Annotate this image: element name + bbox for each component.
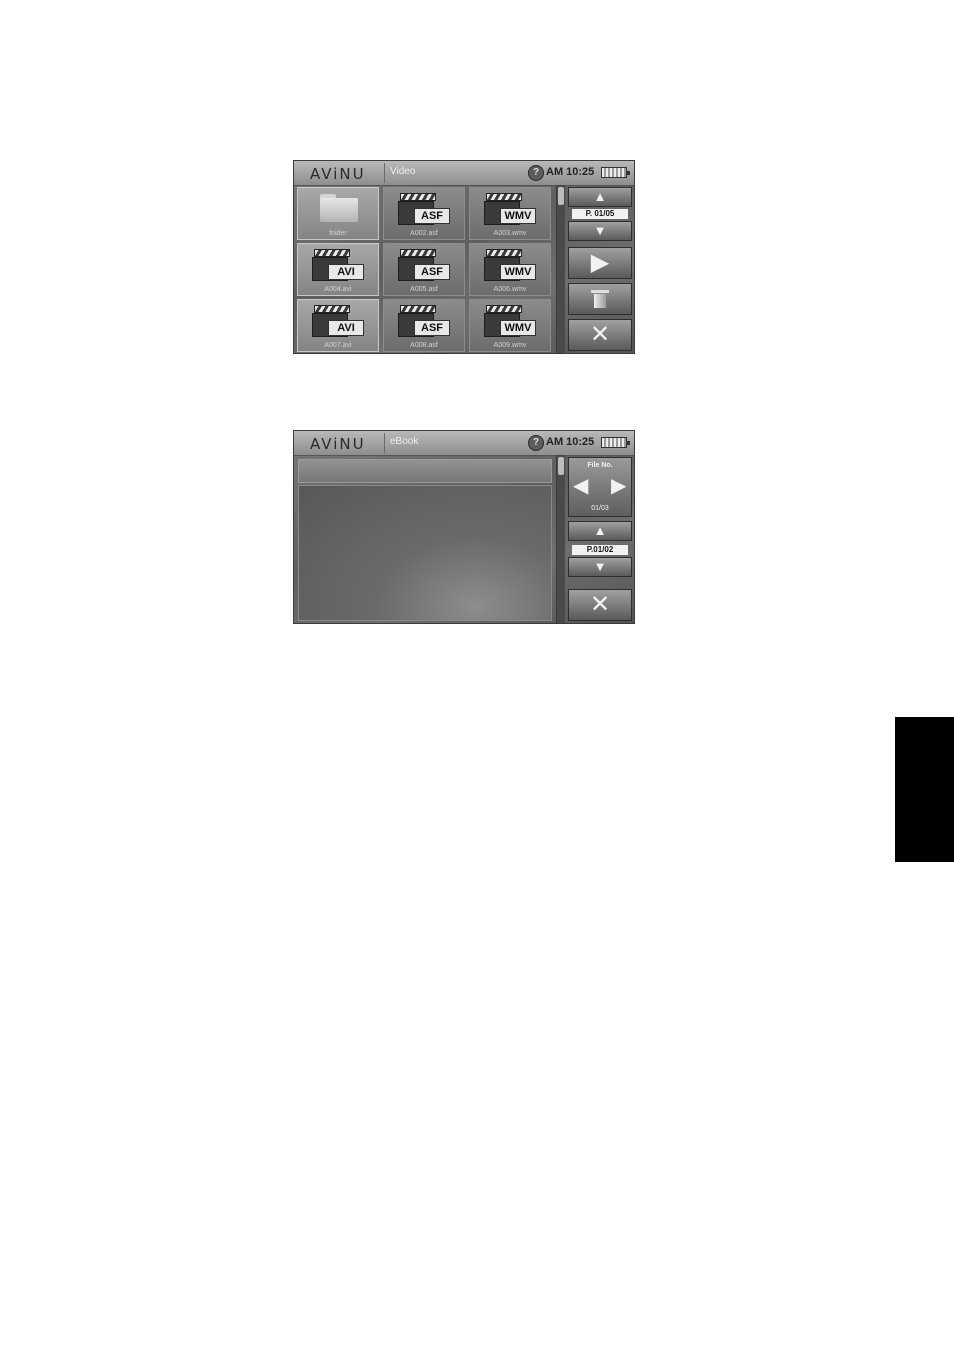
file-ext-label: ASF [414, 208, 450, 224]
video-file-icon: WMV [484, 305, 536, 337]
video-file-icon: WMV [484, 193, 536, 225]
ebook-filename-bar [298, 459, 552, 483]
play-button[interactable]: ▶ [568, 247, 632, 279]
scrollbar[interactable] [556, 185, 565, 353]
previous-file-button[interactable]: ◀ [573, 476, 588, 496]
scrollbar-thumb[interactable] [558, 187, 564, 205]
file-number-value: 01/03 [591, 505, 609, 512]
page-down-button[interactable]: ▼ [568, 557, 632, 577]
file-name: A007.avi [324, 342, 352, 349]
file-item[interactable]: ASF A002.asf [383, 187, 465, 240]
avinu-logo: AViNU [310, 435, 366, 453]
file-number-label: File No. [587, 462, 613, 469]
ebook-viewer-screen: AViNU eBook ? AM 10:25 File No. ◀ ▶ 01/0… [293, 430, 635, 624]
screen-title: Video [390, 166, 416, 177]
video-browser-screen: AViNU Video ? AM 10:25 folder ASF A002.a… [293, 160, 635, 354]
file-item[interactable]: WMV A003.wmv [469, 187, 551, 240]
scrollbar[interactable] [556, 455, 565, 623]
file-item[interactable]: WMV A006.wmv [469, 243, 551, 296]
title-bar: AViNU eBook ? AM 10:25 [294, 431, 634, 456]
page-up-button[interactable]: ▲ [568, 187, 632, 207]
avinu-logo: AViNU [310, 165, 366, 183]
video-file-icon: ASF [398, 193, 450, 225]
file-ext-label: AVI [328, 320, 364, 336]
help-icon[interactable]: ? [528, 435, 544, 451]
scrollbar-thumb[interactable] [558, 457, 564, 475]
clock: AM 10:25 [546, 166, 595, 178]
page-down-button[interactable]: ▼ [568, 221, 632, 241]
ebook-text-area[interactable] [298, 485, 552, 621]
clock: AM 10:25 [546, 436, 595, 448]
file-item[interactable]: AVI A007.avi [297, 299, 379, 352]
page-indicator: P.01/02 [572, 545, 628, 555]
help-icon[interactable]: ? [528, 165, 544, 181]
title-separator [384, 433, 385, 453]
file-ext-label: WMV [500, 320, 536, 336]
battery-icon [601, 167, 630, 178]
close-button[interactable]: ✕ [568, 589, 632, 621]
file-name: A006.wmv [493, 286, 527, 293]
video-file-icon: AVI [312, 305, 364, 337]
title-bar: AViNU Video ? AM 10:25 [294, 161, 634, 186]
file-item-folder[interactable]: folder [297, 187, 379, 240]
folder-icon [320, 194, 358, 222]
file-number-panel: File No. ◀ ▶ 01/03 [568, 457, 632, 517]
file-name: A004.avi [324, 286, 352, 293]
file-ext-label: WMV [500, 208, 536, 224]
file-ext-label: ASF [414, 320, 450, 336]
file-name: A005.asf [410, 286, 438, 293]
delete-button[interactable] [568, 283, 632, 315]
video-file-icon: ASF [398, 249, 450, 281]
file-name: A003.wmv [493, 230, 527, 237]
page-indicator: P. 01/05 [572, 209, 628, 219]
next-file-button[interactable]: ▶ [611, 476, 626, 496]
screen-title: eBook [390, 436, 419, 447]
file-item[interactable]: ASF A005.asf [383, 243, 465, 296]
trash-icon [591, 290, 609, 308]
video-file-icon: WMV [484, 249, 536, 281]
file-name: folder [329, 230, 347, 237]
video-file-icon: AVI [312, 249, 364, 281]
file-ext-label: ASF [414, 264, 450, 280]
video-file-icon: ASF [398, 305, 450, 337]
title-separator [384, 163, 385, 183]
page-up-button[interactable]: ▲ [568, 521, 632, 541]
chapter-tab-marker [895, 717, 954, 862]
file-ext-label: AVI [328, 264, 364, 280]
file-item[interactable]: ASF A008.asf [383, 299, 465, 352]
file-name: A009.wmv [493, 342, 527, 349]
file-ext-label: WMV [500, 264, 536, 280]
close-button[interactable]: ✕ [568, 319, 632, 351]
file-name: A002.asf [410, 230, 438, 237]
file-item[interactable]: AVI A004.avi [297, 243, 379, 296]
battery-icon [601, 437, 630, 448]
file-item[interactable]: WMV A009.wmv [469, 299, 551, 352]
file-name: A008.asf [410, 342, 438, 349]
